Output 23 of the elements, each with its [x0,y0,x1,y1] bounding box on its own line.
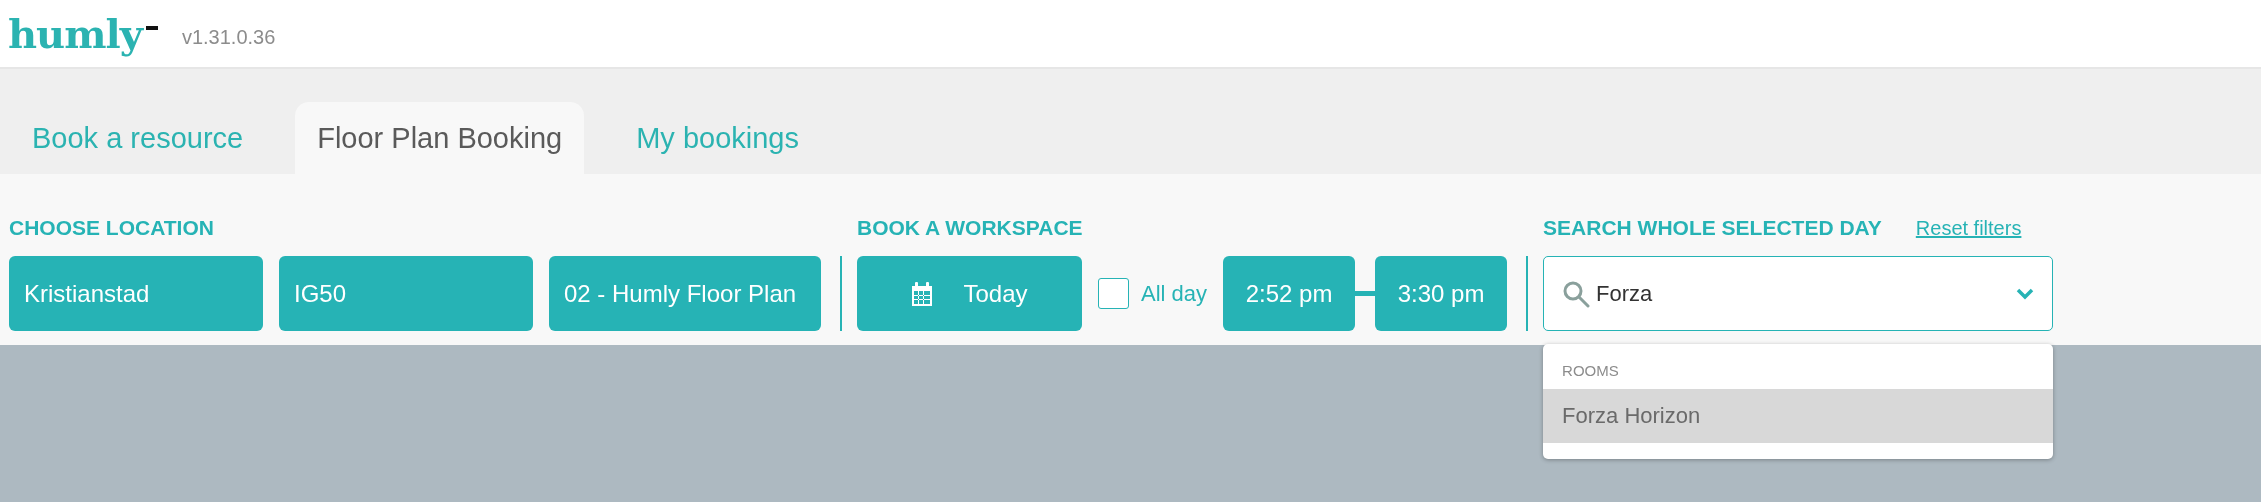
start-time-button[interactable]: 2:52 pm [1223,256,1356,331]
group-heading: ROOMS [1561,362,1620,379]
all-day-checkbox[interactable] [1098,278,1129,309]
section-title: CHOOSE LOCATION [9,216,215,240]
section-title: SEARCH WHOLE SELECTED DAY [1543,216,1882,240]
version-label: v1.31.0.36 [181,26,276,49]
end-time-button[interactable]: 3:30 pm [1375,256,1508,331]
section-title: BOOK A WORKSPACE [857,216,1084,240]
tab[interactable]: My bookings [614,102,821,174]
location-button[interactable]: Kristianstad [9,256,263,331]
tab[interactable]: Book a resource [10,102,266,174]
location-button[interactable]: 02 - Humly Floor Plan [549,256,821,331]
all-day-label: All day [1141,280,1208,307]
search-icon [1562,279,1591,308]
dropdown-option[interactable]: Forza Horizon [1543,389,2054,443]
humly-logo: humly [8,7,158,60]
tab[interactable]: Floor Plan Booking [295,102,585,174]
reset-filters-link[interactable]: Reset filters [1915,217,2022,240]
chevron-down-icon[interactable] [2016,287,2035,300]
location-button[interactable]: IG50 [279,256,533,331]
search-field[interactable]: Forza [1543,256,2054,331]
calendar-icon [911,281,934,306]
date-button[interactable]: Today [857,256,1082,331]
